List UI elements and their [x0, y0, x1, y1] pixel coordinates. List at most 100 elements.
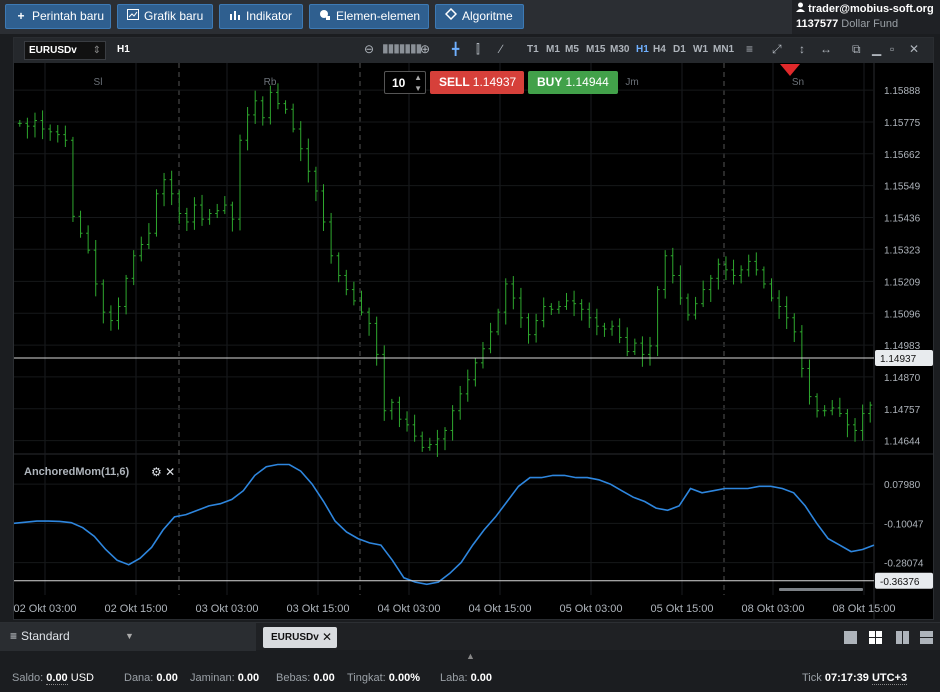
workspace-name: Standard [21, 629, 70, 643]
candle-bar [632, 338, 637, 355]
gear-icon[interactable]: ⚙ [151, 465, 162, 479]
account-number: 1137577 [796, 18, 839, 30]
candle-bar [693, 296, 698, 320]
y-tick-label: 1.14644 [884, 437, 921, 448]
close-icon[interactable]: ✕ [909, 42, 919, 56]
horizontal-line-icon[interactable]: ↔ [820, 42, 832, 56]
quantity-input[interactable]: 10 ▲ ▼ [384, 71, 426, 94]
candle-bar [761, 266, 766, 289]
properties-icon[interactable]: ≡ [746, 42, 753, 56]
candle-bar [443, 427, 447, 451]
layout-columns-icon[interactable] [896, 631, 909, 644]
indicator-controls: ⚙ ✕ [151, 465, 175, 479]
x-tick-label: 05 Okt 03:00 [560, 603, 623, 615]
account-panel[interactable]: trader@mobius-soft.org 1137577 Dollar Fu… [792, 0, 940, 34]
candle-bar [640, 336, 645, 367]
candle-bar [177, 190, 182, 224]
candle-bar [503, 278, 508, 325]
session-label: Sl [94, 77, 103, 88]
layout-single-icon[interactable] [844, 631, 857, 644]
algorithm-button[interactable]: Algoritme [435, 4, 524, 29]
x-tick-label: 02 Okt 15:00 [105, 603, 168, 615]
workspace-selector[interactable]: ≡ Standard ▼ [0, 623, 256, 651]
candle-bar [610, 320, 615, 336]
chart-tab-label: EURUSDv [271, 632, 319, 643]
panel-toggle[interactable]: ▲ [466, 651, 475, 661]
timeframe-w1[interactable]: W1 [693, 44, 708, 55]
candle-type-icon[interactable]: ⫿ [476, 42, 480, 57]
candle-bar [405, 411, 410, 432]
indicator-line [14, 463, 875, 586]
candle-bar [351, 281, 356, 306]
y-tick-label: 1.15096 [884, 309, 921, 320]
layout-grid-icon[interactable] [869, 631, 882, 644]
timeframe-d1[interactable]: D1 [673, 44, 686, 55]
zoom-slider[interactable]: ▮▮▮▮▮▮▮ [382, 41, 422, 55]
candle-bar [321, 184, 326, 231]
candle-bar [389, 398, 394, 420]
new-order-button[interactable]: + Perintah baru [5, 4, 111, 29]
candle-bar [306, 138, 311, 183]
chart-tab[interactable]: EURUSDv ✕ [263, 627, 337, 648]
candle-bar [739, 265, 744, 284]
candle-bar [412, 414, 417, 442]
timeframe-t1[interactable]: T1 [527, 44, 539, 55]
x-tick-label: 08 Okt 03:00 [742, 603, 805, 615]
saldo-label: Saldo: [12, 672, 44, 684]
elements-button[interactable]: Elemen-elemen [309, 4, 429, 29]
indicators-button[interactable]: Indikator [219, 4, 303, 29]
elements-label: Elemen-elemen [336, 9, 421, 23]
tingkat-value: 0.00% [388, 672, 420, 684]
candle-bar [473, 358, 478, 387]
candle-bar [723, 256, 728, 281]
symbol-selector[interactable]: EURUSDv ⇕ [24, 41, 106, 60]
close-tab-icon[interactable]: ✕ [322, 627, 332, 648]
candle-bar [17, 119, 22, 127]
account-fund: Dollar Fund [841, 18, 899, 30]
bar-type-icon[interactable]: ╋ [452, 42, 459, 56]
candle-bar [101, 279, 106, 324]
vertical-line-icon[interactable]: ↕ [799, 42, 805, 56]
saldo-value: 0.00 [46, 672, 68, 685]
candle-bar [579, 299, 584, 321]
candle-bar [124, 274, 129, 315]
timeframe-h4[interactable]: H4 [653, 44, 666, 55]
quantity-value: 10 [392, 76, 406, 90]
tick-label: Tick [802, 672, 822, 684]
timeframe-label: H1 [117, 44, 130, 55]
candle-bar [830, 400, 835, 416]
maximize-icon[interactable]: ▫ [890, 42, 894, 56]
timeframe-h1[interactable]: H1 [636, 44, 649, 55]
buy-button[interactable]: BUY 1.14944 [528, 71, 618, 94]
new-chart-button[interactable]: Grafik baru [117, 4, 213, 29]
timeframe-m5[interactable]: M5 [565, 44, 579, 55]
candle-bar [572, 290, 577, 317]
main-toolbar: + Perintah baru Grafik baru Indikator Ele… [0, 0, 940, 34]
timeframe-mn1[interactable]: MN1 [713, 44, 734, 55]
minimize-icon[interactable]: ▁ [872, 42, 881, 56]
zoom-in-icon[interactable]: ⊕ [420, 42, 430, 56]
timeframe-m15[interactable]: M15 [586, 44, 605, 55]
candle-bar [336, 252, 341, 283]
y-tick-label: 1.14757 [884, 405, 921, 416]
indicators-label: Indikator [246, 9, 293, 23]
zoom-out-icon[interactable]: ⊖ [364, 42, 374, 56]
timezone[interactable]: UTC+3 [871, 672, 908, 685]
x-tick-label: 04 Okt 03:00 [378, 603, 441, 615]
candle-bar [868, 401, 873, 423]
timeframe-m30[interactable]: M30 [610, 44, 629, 55]
candle-bar [131, 250, 136, 286]
candle-bar [625, 327, 630, 357]
timeframe-m1[interactable]: M1 [546, 44, 560, 55]
detach-icon[interactable]: ⧉ [852, 42, 861, 57]
trendline-icon[interactable]: ⤢ [772, 42, 782, 57]
spinner-icon[interactable]: ▲ ▼ [414, 72, 422, 94]
sell-button[interactable]: SELL 1.14937 [430, 71, 524, 94]
line-type-icon[interactable]: ∕ [500, 42, 502, 56]
close-indicator-icon[interactable]: ✕ [165, 465, 175, 479]
bebas-value: 0.00 [313, 672, 335, 684]
candle-bar [55, 125, 60, 143]
layout-rows-icon[interactable] [920, 631, 933, 644]
chart-plot[interactable]: 02 Okt 03:00 02 Okt 15:00 03 Okt 03:00 03 O… [14, 63, 933, 619]
candle-bar [746, 254, 751, 277]
